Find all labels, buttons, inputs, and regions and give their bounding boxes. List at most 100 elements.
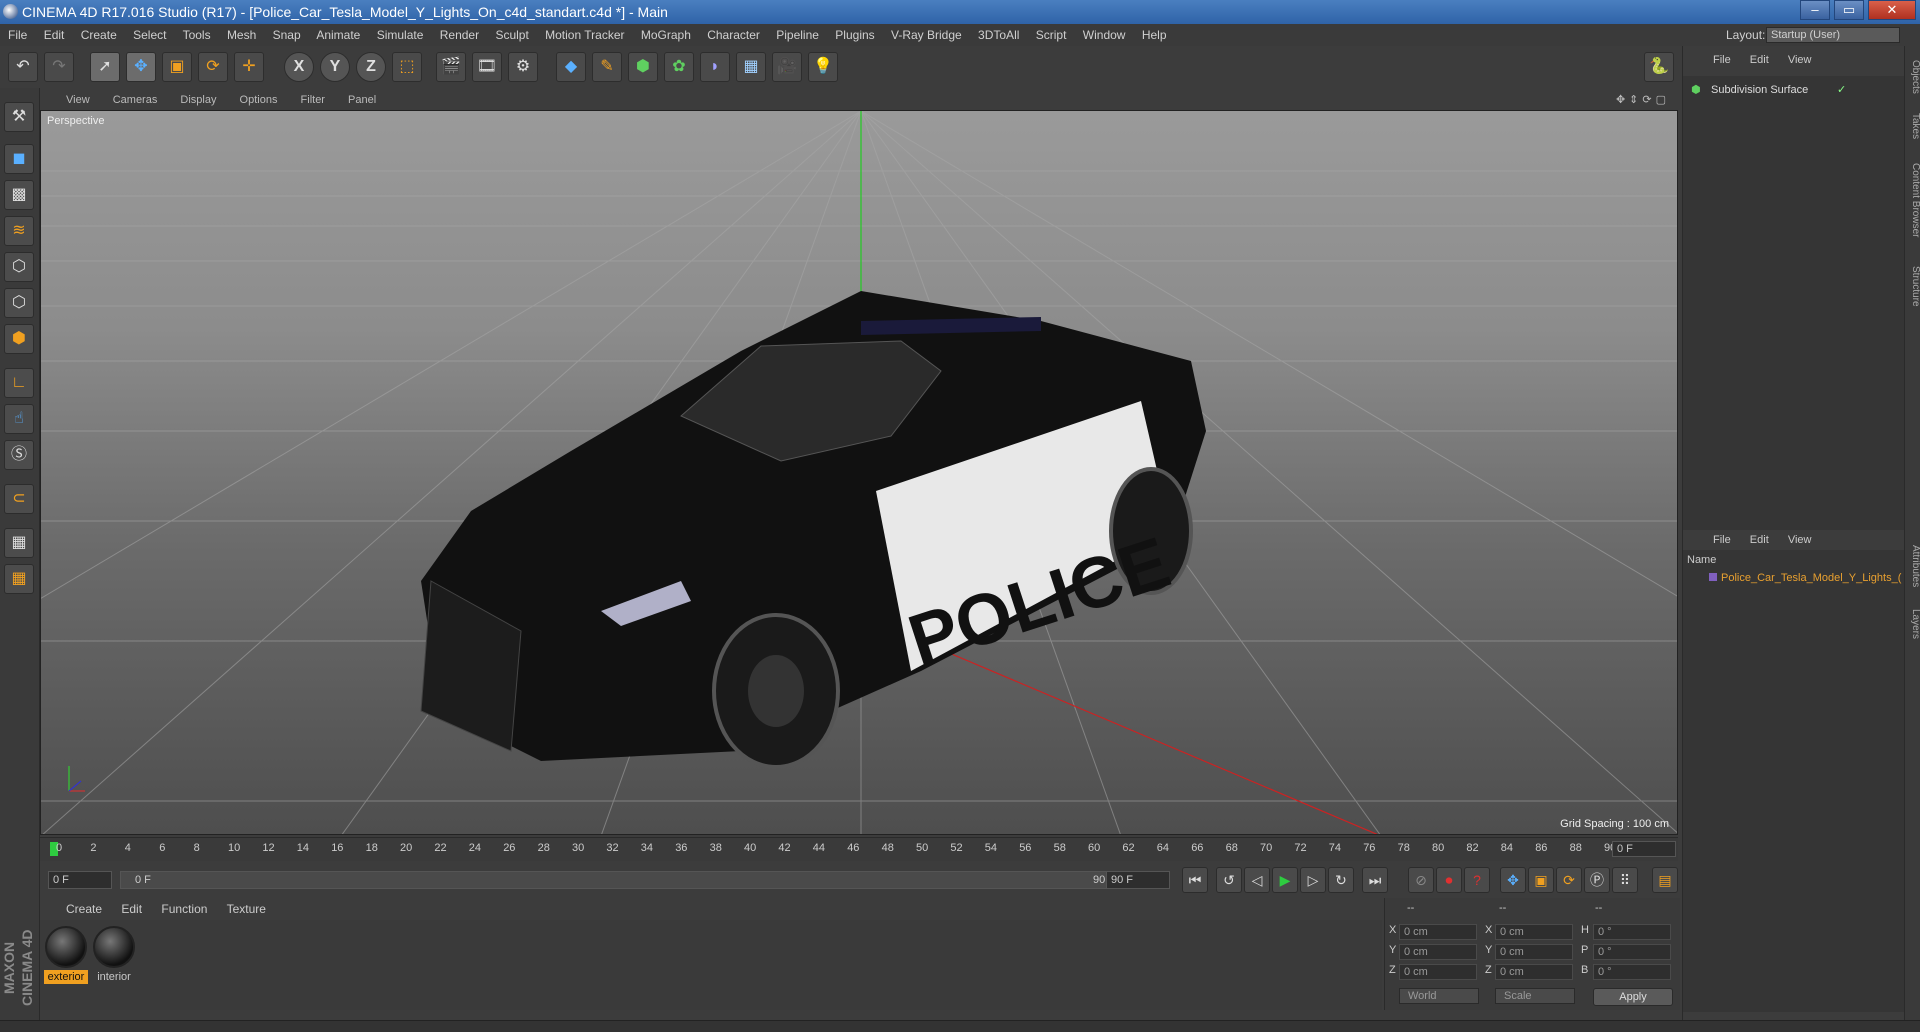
solo-icon[interactable]: Ⓢ (4, 440, 34, 470)
y-axis-lock-button[interactable]: Y (320, 52, 350, 82)
render-settings-icon[interactable]: ⚙ (508, 52, 538, 82)
previous-key-icon[interactable]: ↺ (1216, 867, 1242, 893)
next-key-icon[interactable]: ↻ (1328, 867, 1354, 893)
points-mode-icon[interactable]: ⬡ (4, 252, 34, 282)
menu-plugins[interactable]: Plugins (835, 28, 874, 42)
objects-menu-file[interactable]: File (1713, 54, 1731, 66)
size-z-field[interactable]: 0 cm (1495, 964, 1573, 980)
play-forward-icon[interactable]: ▶ (1272, 867, 1298, 893)
menu-file[interactable]: File (8, 28, 27, 42)
workplane-mode-icon[interactable]: ≋ (4, 216, 34, 246)
tab-attributes[interactable]: Attributes (1905, 536, 1920, 596)
objects-menu-view[interactable]: View (1788, 54, 1812, 66)
goto-end-icon[interactable]: ⏭ (1362, 867, 1388, 893)
menu-vray-bridge[interactable]: V-Ray Bridge (891, 28, 962, 42)
floor-icon[interactable]: ▦ (736, 52, 766, 82)
maximize-button[interactable]: ▭ (1834, 0, 1864, 20)
lock-workplane-icon[interactable]: ▦ (4, 528, 34, 558)
make-editable-icon[interactable]: ⚒ (4, 102, 34, 132)
position-x-field[interactable]: 0 cm (1399, 924, 1477, 940)
max-frame-field[interactable]: 90 F (1106, 871, 1170, 889)
tab-content-browser[interactable]: Content Browser (1905, 150, 1920, 250)
object-enabled-check-icon[interactable]: ✓ (1837, 82, 1846, 98)
layers-menu-edit[interactable]: Edit (1750, 534, 1769, 546)
material-swatch-exterior[interactable]: exterior (44, 926, 88, 984)
key-parameter-icon[interactable]: Ⓟ (1584, 867, 1610, 893)
menu-render[interactable]: Render (440, 28, 479, 42)
subdivision-generator-icon[interactable]: ⬢ (628, 52, 658, 82)
viewport-menu-cameras[interactable]: Cameras (113, 94, 158, 106)
frame-range-slider[interactable]: 0 F 90 F (120, 871, 1130, 889)
material-swatch-interior[interactable]: interior (92, 926, 136, 984)
coordinate-space-select[interactable]: World (1399, 988, 1479, 1004)
menu-script[interactable]: Script (1036, 28, 1067, 42)
model-mode-icon[interactable]: ◼ (4, 144, 34, 174)
planar-workplane-icon[interactable]: ▦ (4, 564, 34, 594)
rotate-icon[interactable]: ⟳ (198, 52, 228, 82)
texture-mode-icon[interactable]: ▩ (4, 180, 34, 210)
cube-primitive-icon[interactable]: ◆ (556, 52, 586, 82)
material-menu-texture[interactable]: Texture (227, 902, 266, 916)
menu-pipeline[interactable]: Pipeline (776, 28, 819, 42)
deformer-icon[interactable]: ◗ (700, 52, 730, 82)
object-row-subdivision-surface[interactable]: ⬢ Subdivision Surface ✓ (1687, 82, 1901, 98)
viewport-menu-panel[interactable]: Panel (348, 94, 376, 106)
live-selection-icon[interactable]: ➚ (90, 52, 120, 82)
menu-3dtoall[interactable]: 3DToAll (978, 28, 1019, 42)
axis-mode-icon[interactable]: ∟ (4, 368, 34, 398)
tab-structure[interactable]: Structure (1905, 256, 1920, 316)
viewport-nav-icons[interactable]: ✥⇕⟳▢ (1616, 90, 1670, 110)
size-y-field[interactable]: 0 cm (1495, 944, 1573, 960)
menu-mograph[interactable]: MoGraph (641, 28, 691, 42)
current-frame-field[interactable]: 0 F (48, 871, 112, 889)
rotation-p-field[interactable]: 0 ° (1593, 944, 1671, 960)
tab-takes[interactable]: Takes (1905, 108, 1920, 144)
key-rotation-icon[interactable]: ⟳ (1556, 867, 1582, 893)
layer-row[interactable]: Police_Car_Tesla_Model_Y_Lights_( (1709, 570, 1903, 586)
next-frame-icon[interactable]: ▷ (1300, 867, 1326, 893)
rotation-b-field[interactable]: 0 ° (1593, 964, 1671, 980)
z-axis-lock-button[interactable]: Z (356, 52, 386, 82)
rotation-h-field[interactable]: 0 ° (1593, 924, 1671, 940)
menu-create[interactable]: Create (81, 28, 117, 42)
undo-icon[interactable]: ↶ (8, 52, 38, 82)
scale-icon[interactable]: ▣ (162, 52, 192, 82)
edges-mode-icon[interactable]: ⬡ (4, 288, 34, 318)
size-mode-select[interactable]: Scale (1495, 988, 1575, 1004)
light-icon[interactable]: 💡 (808, 52, 838, 82)
tweak-mode-icon[interactable]: ☝ (4, 404, 34, 434)
menu-select[interactable]: Select (133, 28, 166, 42)
menu-tools[interactable]: Tools (183, 28, 211, 42)
menu-window[interactable]: Window (1083, 28, 1126, 42)
autokeying-icon[interactable]: ⏺ (1436, 867, 1462, 893)
menu-mesh[interactable]: Mesh (227, 28, 256, 42)
tab-layers[interactable]: Layers (1905, 602, 1920, 646)
camera-icon[interactable]: 🎥 (772, 52, 802, 82)
viewport-menu-options[interactable]: Options (240, 94, 278, 106)
layout-select[interactable]: Startup (User) (1766, 27, 1900, 43)
position-y-field[interactable]: 0 cm (1399, 944, 1477, 960)
coordinate-system-icon[interactable]: ⬚ (392, 52, 422, 82)
previous-frame-icon[interactable]: ◁ (1244, 867, 1270, 893)
menu-animate[interactable]: Animate (316, 28, 360, 42)
viewport-menu-view[interactable]: View (66, 94, 90, 106)
perspective-viewport[interactable]: POLICE Perspective Grid Spacing : 100 cm (40, 110, 1678, 835)
timeline-ruler[interactable]: 0 2 4 6 8 10 12 14 16 18 20 22 24 26 28 30 32 34 36 38 40 42 4… (40, 837, 1678, 861)
menu-simulate[interactable]: Simulate (377, 28, 424, 42)
minimize-button[interactable]: – (1800, 0, 1830, 20)
menu-sculpt[interactable]: Sculpt (495, 28, 528, 42)
timeline-window-icon[interactable]: ▤ (1652, 867, 1678, 893)
goto-start-icon[interactable]: ⏮ (1182, 867, 1208, 893)
key-point-level-icon[interactable]: ⠿ (1612, 867, 1638, 893)
pen-spline-icon[interactable]: ✎ (592, 52, 622, 82)
render-view-icon[interactable]: 🎬 (436, 52, 466, 82)
key-scale-icon[interactable]: ▣ (1528, 867, 1554, 893)
cloner-icon[interactable]: ✿ (664, 52, 694, 82)
viewport-menu-display[interactable]: Display (180, 94, 216, 106)
material-menu-edit[interactable]: Edit (121, 902, 142, 916)
menu-character[interactable]: Character (707, 28, 760, 42)
material-menu-create[interactable]: Create (66, 902, 102, 916)
tab-objects[interactable]: Objects (1905, 54, 1920, 100)
menu-motion-tracker[interactable]: Motion Tracker (545, 28, 624, 42)
apply-button[interactable]: Apply (1593, 988, 1673, 1006)
